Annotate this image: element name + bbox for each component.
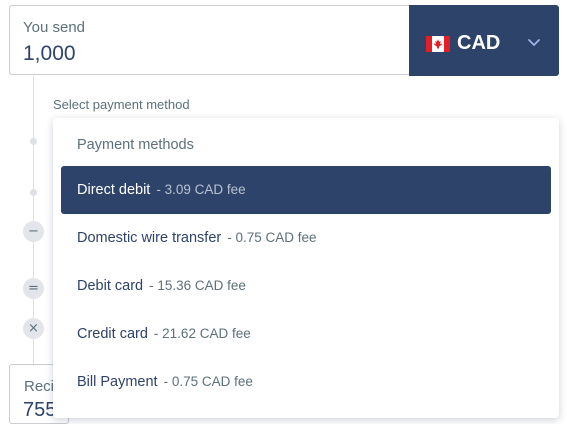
payment-method-label: Select payment method [53,97,190,112]
payment-option-bill-payment[interactable]: Bill Payment - 0.75 CAD fee [61,358,551,406]
option-fee: - 15.36 CAD fee [149,278,246,293]
chevron-down-icon [528,39,540,46]
currency-code: CAD [457,32,501,54]
dropdown-header: Payment methods [77,137,194,153]
minus-icon: − [23,221,44,242]
equals-icon: = [23,278,44,299]
payment-methods-dropdown: Payment methods Direct debit - 3.09 CAD f… [53,118,559,418]
timeline-dot [30,138,37,145]
option-name: Direct debit [77,182,151,198]
recipient-amount-value: 755 [23,399,57,421]
payment-option-domestic-wire[interactable]: Domestic wire transfer - 0.75 CAD fee [61,214,551,262]
canada-flag-icon [426,36,450,52]
currency-selector-button[interactable]: CAD [409,5,559,76]
times-icon: × [23,318,44,339]
option-name: Credit card [77,326,148,342]
option-name: Bill Payment [77,374,158,390]
recipient-label: Reci [24,378,55,395]
option-fee: - 21.62 CAD fee [153,326,251,341]
option-fee: - 3.09 CAD fee [156,182,246,197]
option-name: Debit card [77,278,144,294]
option-name: Domestic wire transfer [77,230,222,246]
timeline-dot [30,189,37,196]
option-fee: - 0.75 CAD fee [163,374,253,389]
payment-option-debit-card[interactable]: Debit card - 15.36 CAD fee [61,262,551,310]
option-fee: - 0.75 CAD fee [227,230,317,245]
payment-option-direct-debit[interactable]: Direct debit - 3.09 CAD fee [61,166,551,214]
send-amount-field[interactable]: You send 1,000 [9,5,409,75]
send-label: You send [23,19,86,36]
payment-option-credit-card[interactable]: Credit card - 21.62 CAD fee [61,310,551,358]
send-amount-value[interactable]: 1,000 [23,42,76,66]
